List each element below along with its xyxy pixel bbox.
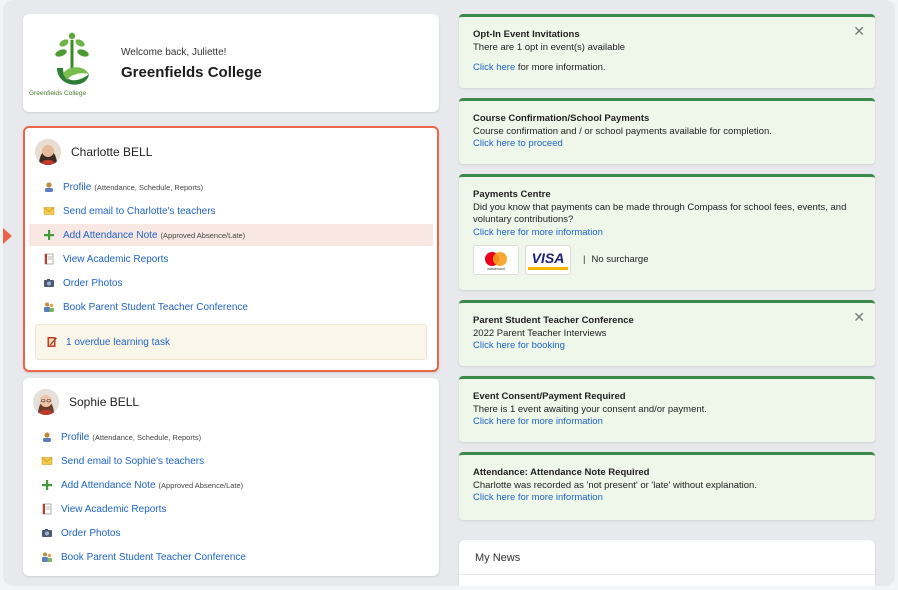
news-title: My News [475,552,521,564]
book-conference-link-row[interactable]: Book Parent Student Teacher Conference [25,296,437,318]
active-row-marker [3,228,12,244]
visa-wordmark: VISA [531,249,565,266]
student-card-charlotte: Charlotte BELL Profile (Attendance, Sche… [23,126,439,372]
notice-link[interactable]: Click here for more information [473,416,603,427]
notice-body: Course confirmation and / or school paym… [473,125,772,137]
attendance-note-link[interactable]: Add Attendance Note [61,480,156,491]
overdue-task-link[interactable]: 1 overdue learning task [66,337,170,348]
book-conference-link[interactable]: Book Parent Student Teacher Conference [61,552,246,563]
profile-aside: (Attendance, Schedule, Reports) [94,182,204,192]
camera-icon [41,527,53,539]
profile-aside: (Attendance, Schedule, Reports) [92,432,202,442]
notice-title: Payments Centre [473,189,551,200]
envelope-icon [41,455,53,467]
separator: | [583,253,586,265]
close-icon[interactable]: ✕ [853,24,865,37]
attendance-note-aside: (Approved Absence/Late) [160,230,246,240]
school-header-card: Greenfields College Welcome back, Juliet… [23,14,439,112]
academic-reports-link-row[interactable]: View Academic Reports [25,248,437,270]
avatar [33,389,59,415]
student-card-sophie: Sophie BELL Profile (Attendance, Schedul… [23,378,439,576]
book-conference-link-row[interactable]: Book Parent Student Teacher Conference [23,546,439,568]
school-name: Greenfields College [121,64,262,81]
academic-reports-link-row[interactable]: View Academic Reports [23,498,439,520]
visa-stripe [528,266,568,270]
notice-title: Event Consent/Payment Required [473,391,626,402]
student-header: Charlotte BELL [35,138,152,166]
order-photos-link[interactable]: Order Photos [61,528,120,539]
student-header: Sophie BELL [33,388,139,416]
plus-icon [41,479,53,491]
notice-body: 2022 Parent Teacher Interviews [473,327,607,339]
notice-attendance-note-required: Attendance: Attendance Note Required Cha… [459,452,875,520]
notice-opt-in-events: ✕ Opt-In Event Invitations There are 1 o… [459,14,875,88]
notice-body: Charlotte was recorded as 'not present' … [473,479,757,491]
student-name: Sophie BELL [69,395,140,409]
email-teachers-link[interactable]: Send email to Sophie's teachers [61,456,204,467]
notice-title: Parent Student Teacher Conference [473,315,634,326]
mastercard-logo: mastercard [473,245,519,275]
conference-icon [43,301,55,313]
visa-logo: VISA [525,245,571,275]
notice-course-confirmation: Course Confirmation/School Payments Cour… [459,98,875,164]
task-icon [46,336,58,348]
divider [459,574,875,575]
profile-link-row[interactable]: Profile (Attendance, Schedule, Reports) [23,426,439,448]
attendance-note-link-row[interactable]: Add Attendance Note (Approved Absence/La… [23,474,439,496]
academic-reports-link[interactable]: View Academic Reports [63,254,168,265]
close-icon[interactable]: ✕ [853,310,865,323]
surcharge-text: No surcharge [591,253,649,265]
my-news-card: My News [459,540,875,586]
email-teachers-link-row[interactable]: Send email to Sophie's teachers [23,450,439,472]
logo-caption: Greenfields College [29,90,87,97]
report-icon [41,503,53,515]
order-photos-link[interactable]: Order Photos [63,278,122,289]
notice-title: Attendance: Attendance Note Required [473,467,650,478]
notice-title: Opt-In Event Invitations [473,29,580,40]
notice-payments-centre: Payments Centre Did you know that paymen… [459,174,875,290]
notice-event-consent: Event Consent/Payment Required There is … [459,376,875,442]
payment-methods: mastercard VISA | No surcharge [473,245,861,275]
conference-icon [41,551,53,563]
order-photos-link-row[interactable]: Order Photos [23,522,439,544]
profile-link-row[interactable]: Profile (Attendance, Schedule, Reports) [25,176,437,198]
email-teachers-link-row[interactable]: Send email to Charlotte's teachers [25,200,437,222]
notice-link-suffix: for more information. [515,62,606,73]
avatar [35,139,61,165]
notice-body: There are 1 opt in event(s) available [473,41,626,53]
academic-reports-link[interactable]: View Academic Reports [61,504,166,515]
report-icon [43,253,55,265]
email-teachers-link[interactable]: Send email to Charlotte's teachers [63,206,216,217]
notice-body: Did you know that payments can be made t… [473,201,847,226]
mastercard-wordmark: mastercard [487,267,505,271]
notice-body: There is 1 event awaiting your consent a… [473,403,707,415]
order-photos-link-row[interactable]: Order Photos [25,272,437,294]
welcome-message: Welcome back, Juliette! [121,47,227,58]
attendance-note-aside: (Approved Absence/Late) [158,480,244,490]
profile-link[interactable]: Profile [63,182,91,193]
plus-icon [43,229,55,241]
camera-icon [43,277,55,289]
notice-link[interactable]: Click here for more information [473,492,603,503]
notice-link[interactable]: Click here to proceed [473,138,563,149]
profile-icon [41,431,53,443]
notice-title: Course Confirmation/School Payments [473,113,650,124]
notice-link[interactable]: Click here for booking [473,340,565,351]
notice-link[interactable]: Click here for more information [473,227,603,238]
attendance-note-link-row[interactable]: Add Attendance Note (Approved Absence/La… [29,224,433,246]
profile-icon [43,181,55,193]
envelope-icon [43,205,55,217]
profile-link[interactable]: Profile [61,432,89,443]
app-frame: Greenfields College Welcome back, Juliet… [3,0,895,586]
student-name: Charlotte BELL [71,145,153,159]
notice-link[interactable]: Click here [473,62,515,73]
overdue-task-banner[interactable]: 1 overdue learning task [35,324,427,360]
book-conference-link[interactable]: Book Parent Student Teacher Conference [63,302,248,313]
notice-parent-teacher-conference: ✕ Parent Student Teacher Conference 2022… [459,300,875,366]
attendance-note-link[interactable]: Add Attendance Note [63,230,158,241]
